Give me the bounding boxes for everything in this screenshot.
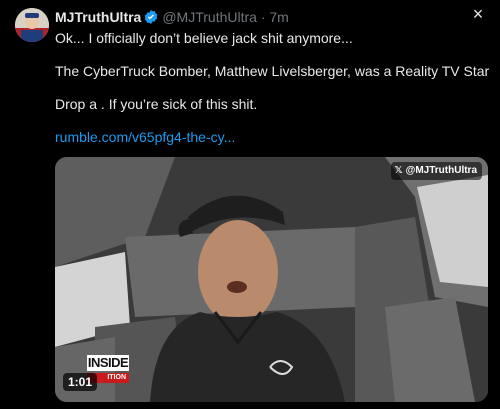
author-handle[interactable]: @MJTruthUltra	[162, 9, 257, 25]
x-logo-icon: 𝕏	[394, 165, 403, 176]
tweet-header: MJTruthUltra @MJTruthUltra · 7m	[55, 9, 289, 28]
post-text-line-3: Drop a . If you’re sick of this shit.	[55, 96, 258, 112]
post-text-line-1: Ok... I officially don’t believe jack sh…	[55, 30, 353, 46]
author-name[interactable]: MJTruthUltra	[55, 9, 141, 25]
post-link[interactable]: rumble.com/v65pfg4-the-cy...	[55, 128, 235, 146]
inside-logo-top: INSIDE	[87, 355, 129, 371]
video-player[interactable]: 𝕏 @MJTruthUltra INSIDE ITION 1:01	[55, 157, 488, 402]
video-duration: 1:01	[63, 373, 98, 391]
watermark-handle: @MJTruthUltra	[405, 165, 477, 176]
close-icon[interactable]: ×	[468, 4, 488, 24]
avatar-image	[15, 8, 49, 42]
post-text-line-2: The CyberTruck Bomber, Matthew Livelsber…	[55, 63, 490, 79]
video-watermark: 𝕏 @MJTruthUltra	[390, 162, 482, 180]
tweet: MJTruthUltra @MJTruthUltra · 7m × Ok... I…	[0, 0, 500, 409]
verified-badge-icon	[143, 9, 159, 28]
post-time[interactable]: 7m	[269, 9, 288, 25]
separator-dot: ·	[260, 9, 266, 25]
avatar[interactable]	[15, 8, 49, 42]
